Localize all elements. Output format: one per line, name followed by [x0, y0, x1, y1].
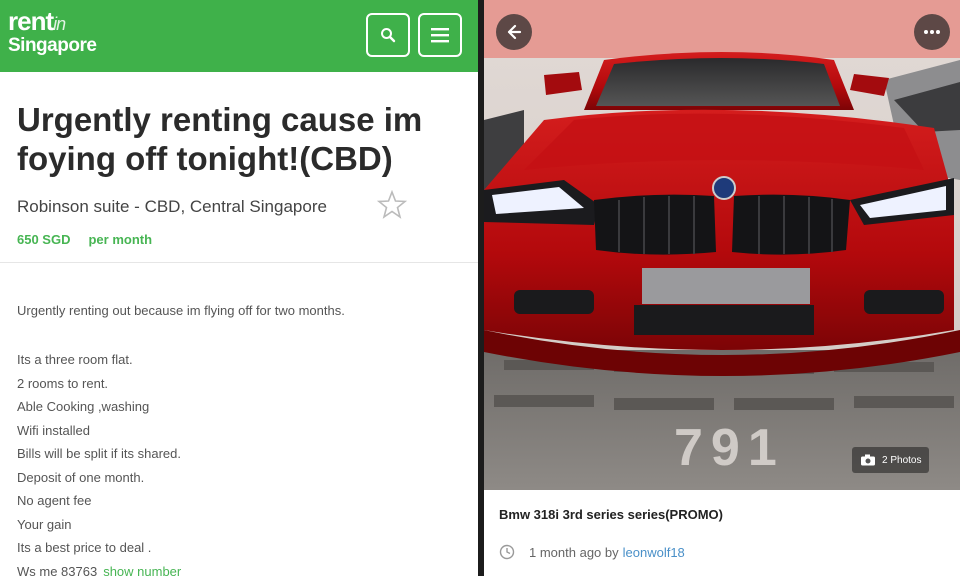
rental-listing-panel: rentin Singapore Urgently renting cause …: [0, 0, 478, 576]
back-button[interactable]: [496, 14, 532, 50]
listing-meta: 1 month ago by leonwolf18: [499, 544, 685, 560]
detail-line: Its a best price to deal .: [17, 540, 152, 555]
detail-line: Wifi installed: [17, 422, 90, 438]
menu-button[interactable]: [418, 13, 462, 57]
car-listing-panel: 791 2 Photos Bmw 318i 3rd series series(…: [484, 0, 960, 576]
arrow-left-icon: [507, 24, 522, 40]
detail-line: Deposit of one month.: [17, 469, 145, 485]
listing-intro: Urgently renting out because im flying o…: [17, 303, 345, 318]
top-bar: rentin Singapore: [0, 0, 478, 72]
more-options-button[interactable]: [914, 14, 950, 50]
camera-icon: [861, 454, 875, 466]
favorite-star-icon[interactable]: [377, 190, 407, 220]
site-logo[interactable]: rentin Singapore: [8, 8, 97, 55]
listing-price: 650 SGD per month: [17, 232, 152, 247]
detail-line: Able Cooking ,washing: [17, 399, 150, 414]
car-listing-title[interactable]: Bmw 318i 3rd series series(PROMO): [499, 507, 723, 522]
posted-time: 1 month ago by: [529, 544, 619, 560]
price-period: per month: [88, 232, 153, 247]
hamburger-menu-icon: [431, 28, 449, 43]
search-button[interactable]: [366, 13, 410, 57]
ground-marking-number: 791: [674, 419, 785, 477]
ellipsis-icon: [924, 30, 940, 34]
listing-location: Robinson suite - CBD, Central Singapore: [17, 197, 327, 216]
price-amount: 650 SGD: [17, 232, 71, 247]
detail-line: Bills will be split if its shared.: [17, 446, 181, 461]
detail-line: Your gain: [17, 516, 72, 532]
show-number-link[interactable]: show number: [103, 564, 181, 576]
car-photo[interactable]: 791: [484, 0, 960, 490]
seller-username-link[interactable]: leonwolf18: [623, 545, 685, 560]
detail-line: Its a three room flat.: [17, 352, 133, 367]
contact-line: Ws me 83763 show number: [17, 560, 181, 576]
listing-title: Urgently renting cause im foying off ton…: [17, 101, 423, 177]
clock-icon: [499, 544, 515, 560]
divider: [0, 262, 478, 263]
detail-line: No agent fee: [17, 493, 92, 508]
search-icon: [381, 28, 396, 43]
photos-count-badge[interactable]: 2 Photos: [852, 447, 930, 473]
car-image: [484, 0, 960, 490]
listing-details: Its a three room flat. 2 rooms to rent. …: [17, 348, 181, 576]
detail-line: 2 rooms to rent.: [17, 375, 109, 391]
